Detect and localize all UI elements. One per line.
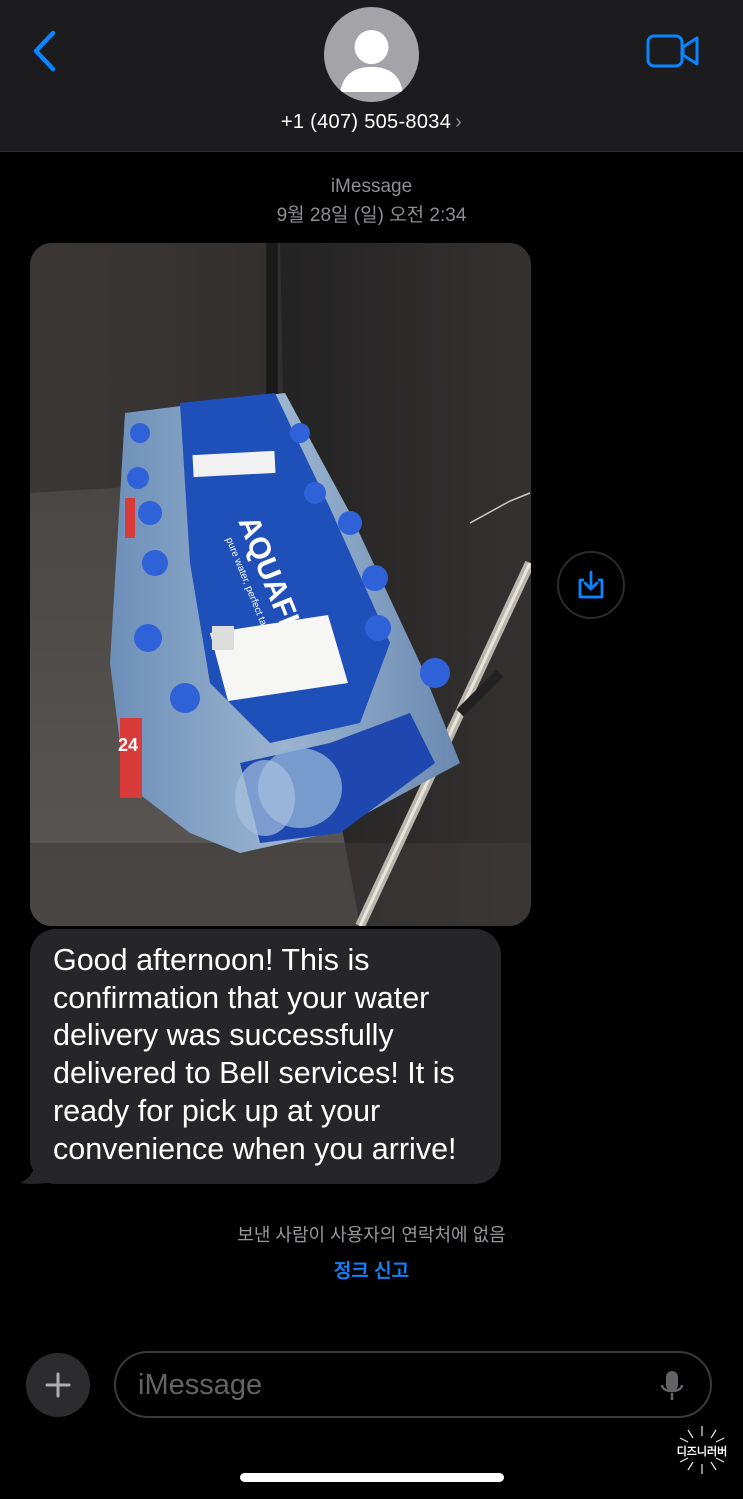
microphone-icon[interactable]	[660, 1369, 684, 1403]
save-photo-button[interactable]	[557, 551, 625, 619]
home-indicator[interactable]	[240, 1473, 504, 1482]
back-button[interactable]	[26, 28, 62, 74]
plus-icon	[45, 1372, 71, 1398]
message-photo[interactable]: AQUAFINA pure water, perfect taste 24	[30, 243, 531, 926]
avatar[interactable]	[324, 7, 419, 102]
service-label: iMessage	[330, 176, 413, 197]
report-junk-link[interactable]: 정크 신고	[0, 1256, 743, 1283]
conversation-header: +1 (407) 505-8034 ›	[0, 0, 743, 152]
chevron-right-icon: ›	[455, 111, 463, 133]
watermark: 디즈니러버	[672, 1424, 732, 1476]
download-tray-icon	[578, 570, 604, 599]
apps-plus-button[interactable]	[26, 1353, 90, 1417]
photo-content: AQUAFINA pure water, perfect taste 24	[30, 243, 531, 926]
watermark-text: 디즈니러버	[676, 1446, 728, 1458]
video-camera-icon	[646, 34, 699, 68]
message-input[interactable]: iMessage	[114, 1351, 712, 1418]
chevron-left-icon	[33, 30, 56, 72]
message-timestamp: 9월 28일 (일) 오전 2:34	[276, 205, 467, 226]
pack-count-label: 24	[118, 735, 138, 755]
facetime-video-button[interactable]	[645, 32, 701, 70]
unknown-sender-notice: 보낸 사람이 사용자의 연락처에 없음	[237, 1225, 506, 1245]
message-input-placeholder: iMessage	[138, 1369, 263, 1401]
contact-name[interactable]: +1 (407) 505-8034 ›	[0, 111, 743, 134]
contact-number: +1 (407) 505-8034	[280, 111, 452, 133]
person-silhouette-icon	[340, 30, 403, 92]
message-bubble[interactable]: Good afternoon! This is confirmation tha…	[30, 929, 501, 1184]
